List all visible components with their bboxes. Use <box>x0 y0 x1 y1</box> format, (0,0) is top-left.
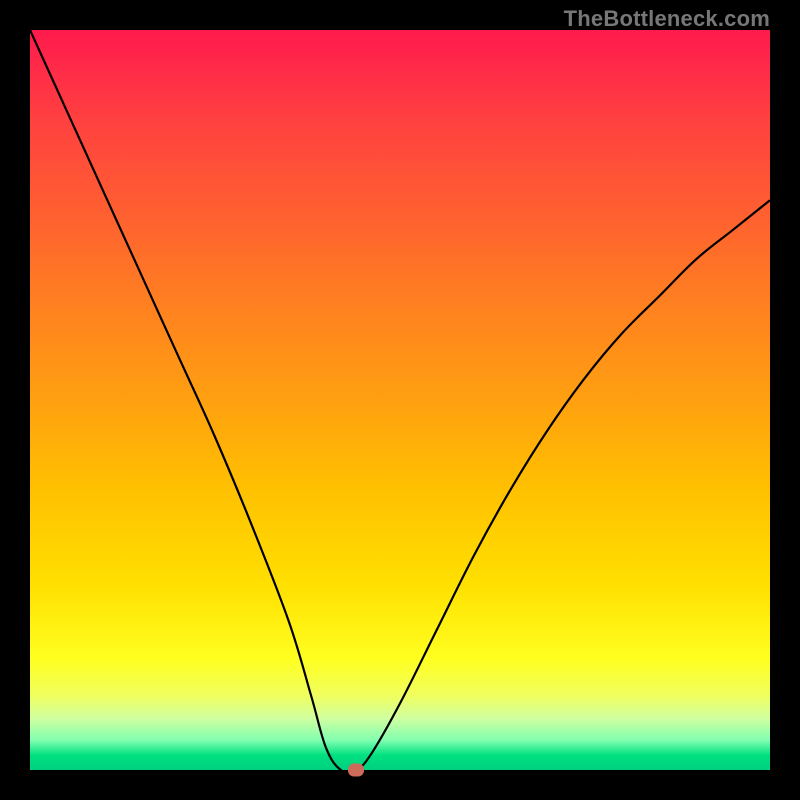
chart-frame: TheBottleneck.com <box>0 0 800 800</box>
bottleneck-curve <box>30 30 770 770</box>
curve-svg <box>30 30 770 770</box>
watermark-text: TheBottleneck.com <box>564 6 770 32</box>
optimum-marker <box>348 764 364 777</box>
plot-area <box>30 30 770 770</box>
